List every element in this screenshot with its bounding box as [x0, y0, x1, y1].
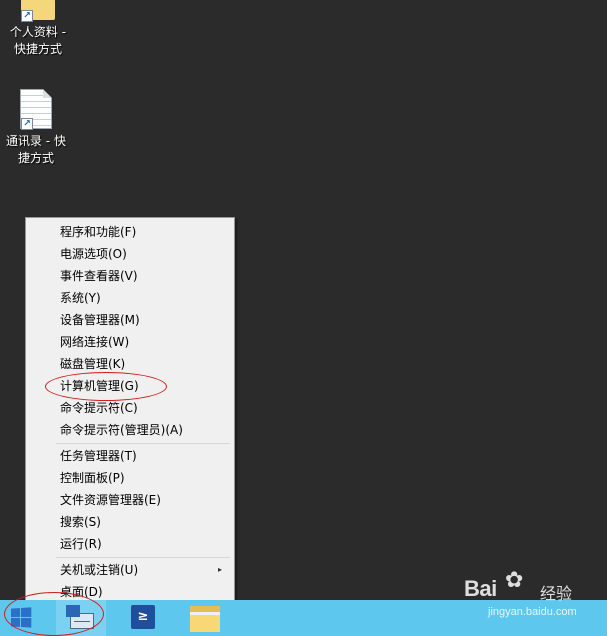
menu-item-computer-management[interactable]: 计算机管理(G) — [28, 375, 232, 397]
menu-item-shutdown-signout[interactable]: 关机或注销(U) ▸ — [28, 559, 232, 581]
menu-separator — [56, 557, 230, 558]
paw-icon: ✿ — [505, 568, 524, 593]
menu-item-run[interactable]: 运行(R) — [28, 533, 232, 555]
folder-shortcut-icon: ↗ — [21, 0, 55, 22]
baidu-jingyan-watermark: Bai ✿ 经验 jingyan.baidu.com — [460, 568, 600, 628]
start-button[interactable] — [0, 600, 48, 636]
taskbar-server-manager-button[interactable] — [56, 600, 106, 636]
menu-item-disk-management[interactable]: 磁盘管理(K) — [28, 353, 232, 375]
shortcut-arrow-icon: ↗ — [21, 118, 33, 130]
desktop-icon-label: 通讯录 - 快 — [6, 134, 66, 148]
winx-context-menu: 程序和功能(F) 电源选项(O) 事件查看器(V) 系统(Y) 设备管理器(M)… — [25, 217, 235, 605]
powershell-icon: ≥ — [131, 605, 155, 629]
menu-item-power-options[interactable]: 电源选项(O) — [28, 243, 232, 265]
desktop-icon-label: 捷方式 — [17, 151, 54, 165]
desktop-icon-label: 个人资料 - — [9, 25, 67, 39]
shortcut-arrow-icon: ↗ — [21, 10, 33, 22]
menu-item-command-prompt[interactable]: 命令提示符(C) — [28, 397, 232, 419]
menu-item-command-prompt-admin[interactable]: 命令提示符(管理员)(A) — [28, 419, 232, 441]
menu-separator — [56, 443, 230, 444]
menu-item-task-manager[interactable]: 任务管理器(T) — [28, 445, 232, 467]
menu-item-file-explorer[interactable]: 文件资源管理器(E) — [28, 489, 232, 511]
menu-item-event-viewer[interactable]: 事件查看器(V) — [28, 265, 232, 287]
menu-item-system[interactable]: 系统(Y) — [28, 287, 232, 309]
watermark-brand-text: 经验 — [540, 584, 573, 603]
menu-item-control-panel[interactable]: 控制面板(P) — [28, 467, 232, 489]
taskbar-powershell-button[interactable]: ≥ — [118, 600, 166, 636]
menu-item-search[interactable]: 搜索(S) — [28, 511, 232, 533]
menu-item-network-connections[interactable]: 网络连接(W) — [28, 331, 232, 353]
taskbar-file-explorer-button[interactable] — [180, 600, 230, 636]
submenu-arrow-icon: ▸ — [217, 565, 222, 574]
watermark-brand: Bai — [464, 576, 497, 601]
windows-logo-icon — [10, 607, 32, 628]
folder-icon — [190, 606, 220, 632]
server-manager-icon — [66, 605, 96, 631]
watermark-url: jingyan.baidu.com — [488, 606, 577, 618]
desktop-icon-label: 快捷方式 — [13, 42, 62, 56]
menu-item-device-manager[interactable]: 设备管理器(M) — [28, 309, 232, 331]
menu-item-programs-features[interactable]: 程序和功能(F) — [28, 221, 232, 243]
desktop-icon-profile-shortcut[interactable]: ↗ 个人资料 - 快捷方式 — [3, 0, 73, 58]
desktop-icon-contacts-shortcut[interactable]: ↗ 通讯录 - 快 捷方式 — [1, 89, 71, 167]
text-document-shortcut-icon: ↗ — [20, 89, 52, 130]
menu-item-label: 关机或注销(U) — [60, 563, 139, 577]
